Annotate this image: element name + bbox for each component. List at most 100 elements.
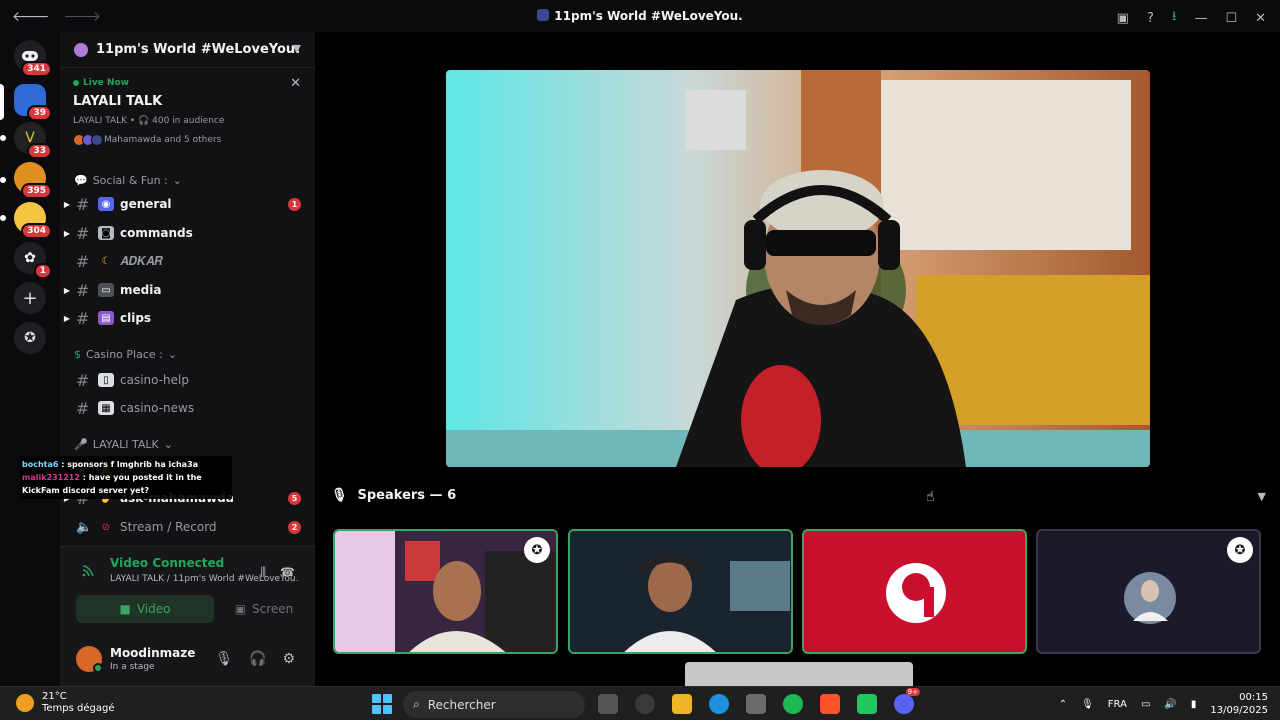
server-badge-icon	[74, 42, 88, 57]
channel-casino-news[interactable]: # ▦ casino-news	[60, 396, 315, 420]
windows-logo-icon	[372, 694, 381, 703]
unread-arrow-icon: ▶	[63, 313, 71, 323]
stage-view: 🎙 Speakers — 6 ▼ ☝ ✪ ✪	[315, 32, 1280, 686]
chevron-down-icon[interactable]: ▼	[293, 42, 301, 55]
start-button[interactable]	[372, 694, 392, 714]
mouse-cursor-icon: ☝	[926, 489, 935, 505]
unread-arrow-icon: ▶	[63, 199, 71, 209]
home-badge: 341	[21, 61, 52, 77]
hash-icon: #	[76, 194, 90, 214]
server-header[interactable]: 11pm's World #WeLoveYou. ▼	[60, 32, 315, 68]
signal-icon[interactable]	[82, 563, 96, 577]
speaker-tile-4[interactable]: ✪	[1036, 529, 1261, 654]
close-window-icon[interactable]: ✕	[1255, 11, 1266, 26]
live-dot-icon	[73, 80, 79, 86]
stream-chat-overlay: bochta6 : sponsors f lmghrib ha icha3a m…	[20, 456, 232, 499]
network-icon[interactable]: ▭	[1141, 699, 1150, 710]
server-icon-4[interactable]: 304	[14, 202, 52, 239]
maximize-icon[interactable]: ☐	[1225, 11, 1237, 26]
microphone-tray-icon[interactable]: 🎙	[1081, 699, 1094, 710]
video-button[interactable]: ■ Video	[76, 595, 214, 623]
battery-icon[interactable]: ▮	[1191, 699, 1197, 710]
speaker-tile-3[interactable]	[802, 529, 1027, 654]
disconnect-icon[interactable]: ☎	[280, 565, 295, 580]
unread-arrow-icon: ▶	[63, 228, 71, 238]
screen-share-button[interactable]: ▣ Screen	[224, 595, 304, 623]
gear-icon[interactable]: ⚙	[282, 651, 295, 667]
main-video-stream[interactable]	[446, 70, 1150, 467]
server-icon-5[interactable]: ✿ 1	[14, 242, 52, 279]
status-online-icon	[93, 663, 103, 673]
speaker-tile-1[interactable]: ✪	[333, 529, 558, 654]
voice-status[interactable]: Video Connected	[110, 556, 224, 570]
speaker-tile-2[interactable]	[568, 529, 793, 654]
channel-casino-help[interactable]: # ▯ casino-help	[60, 368, 315, 392]
hash-icon: #	[76, 251, 90, 271]
voice-connection-panel: Video Connected LAYALI TALK / 11pm's Wor…	[60, 546, 315, 638]
server-rail: 341 39 V 33 395 304 ✿ 1 + ✪	[0, 32, 60, 686]
server-icon-1[interactable]: 39	[14, 84, 52, 121]
popout-tab[interactable]	[685, 662, 913, 686]
username[interactable]: Moodinmaze	[110, 646, 195, 660]
kick-icon[interactable]	[857, 694, 877, 714]
newspaper-icon: ▦	[98, 401, 114, 415]
microphone-icon: 🎙	[331, 488, 348, 503]
server-icon-3[interactable]: 395	[14, 162, 52, 199]
channel-media[interactable]: ▶ # ▭ media	[60, 278, 315, 302]
live-stage-meta: LAYALI TALK • 🎧 400 in audience	[73, 116, 225, 126]
unread-arrow-icon: ▶	[63, 285, 71, 295]
obs-icon[interactable]	[635, 694, 655, 714]
chevron-down-icon: ⌄	[172, 174, 182, 187]
hash-icon: #	[76, 280, 90, 300]
category-social[interactable]: 💬 Social & Fun : ⌄	[74, 174, 182, 187]
moderator-icon: ✪	[1227, 537, 1253, 563]
channel-commands[interactable]: ▶ # ◙ commands	[60, 221, 315, 245]
volume-icon[interactable]: 🔊	[1164, 699, 1176, 710]
language-indicator[interactable]: FRA	[1108, 699, 1127, 710]
book-icon: ▯	[98, 373, 114, 387]
headphones-icon[interactable]: 🎧	[249, 651, 266, 667]
speaker-icon: 🔈	[76, 519, 93, 535]
soundboard-icon[interactable]: ⫼	[261, 565, 267, 580]
discord-taskbar-icon[interactable]: 9+	[894, 688, 920, 714]
microphone-icon: 🎤	[74, 438, 88, 451]
chevron-up-icon[interactable]: ⌃	[1059, 699, 1067, 710]
microphone-icon[interactable]: 🎙	[215, 651, 233, 667]
help-icon[interactable]: ?	[1147, 11, 1154, 26]
server-icon-2[interactable]: V 33	[14, 122, 52, 159]
minimize-icon[interactable]: —	[1194, 11, 1207, 26]
brave-icon[interactable]	[820, 694, 840, 714]
channel-adkar[interactable]: # ☾ 𝑨𝑫𝑲𝑨𝑹	[60, 249, 315, 273]
add-server-button[interactable]: +	[14, 282, 46, 314]
category-casino[interactable]: $ Casino Place : ⌄	[74, 348, 177, 361]
home-button[interactable]: 341	[14, 40, 52, 77]
hash-icon: #	[76, 308, 90, 328]
channel-clips[interactable]: ▶ # ▤ clips	[60, 306, 315, 330]
moon-weather-icon	[16, 694, 34, 712]
task-view-icon[interactable]	[598, 694, 618, 714]
clock[interactable]: 00:15 13/09/2025	[1210, 691, 1268, 717]
camera-icon: ■	[119, 602, 131, 616]
title-bar: 🡐 🡒 11pm's World #WeLoveYou. ▣ ? ⭳ — ☐ ✕	[0, 0, 1280, 32]
weather-widget[interactable]: 21°C Temps dégagé	[16, 691, 115, 715]
file-explorer-icon[interactable]	[672, 694, 692, 714]
explore-button[interactable]: ✪	[14, 322, 46, 354]
spotify-icon[interactable]	[783, 694, 803, 714]
channel-stream-record[interactable]: 🔈 ⊘ Stream / Record 2	[60, 515, 315, 539]
live-stage-card[interactable]: Live Now LAYALI TALK LAYALI TALK • 🎧 400…	[60, 72, 315, 164]
speaker-avatars	[73, 134, 103, 146]
clapper-icon: ▤	[98, 311, 114, 325]
close-icon[interactable]: ✕	[290, 76, 301, 91]
taskbar-search[interactable]: ⌕ Rechercher	[403, 691, 585, 718]
store-icon[interactable]	[746, 694, 766, 714]
chevron-down-icon[interactable]: ▼	[1258, 490, 1266, 503]
channel-general[interactable]: ▶ # ◉ general 1	[60, 192, 315, 216]
dollar-icon: $	[74, 348, 81, 361]
inbox-icon[interactable]: ▣	[1117, 11, 1129, 26]
download-icon[interactable]: ⭳	[1172, 7, 1177, 29]
speakers-header: 🎙 Speakers — 6	[331, 488, 457, 503]
discord-app: 🡐 🡒 11pm's World #WeLoveYou. ▣ ? ⭳ — ☐ ✕…	[0, 0, 1280, 686]
channel-sidebar: 11pm's World #WeLoveYou. ▼ Live Now LAYA…	[60, 32, 315, 686]
edge-icon[interactable]	[709, 694, 729, 714]
category-layali[interactable]: 🎤 LAYALI TALK ⌄	[74, 438, 173, 451]
